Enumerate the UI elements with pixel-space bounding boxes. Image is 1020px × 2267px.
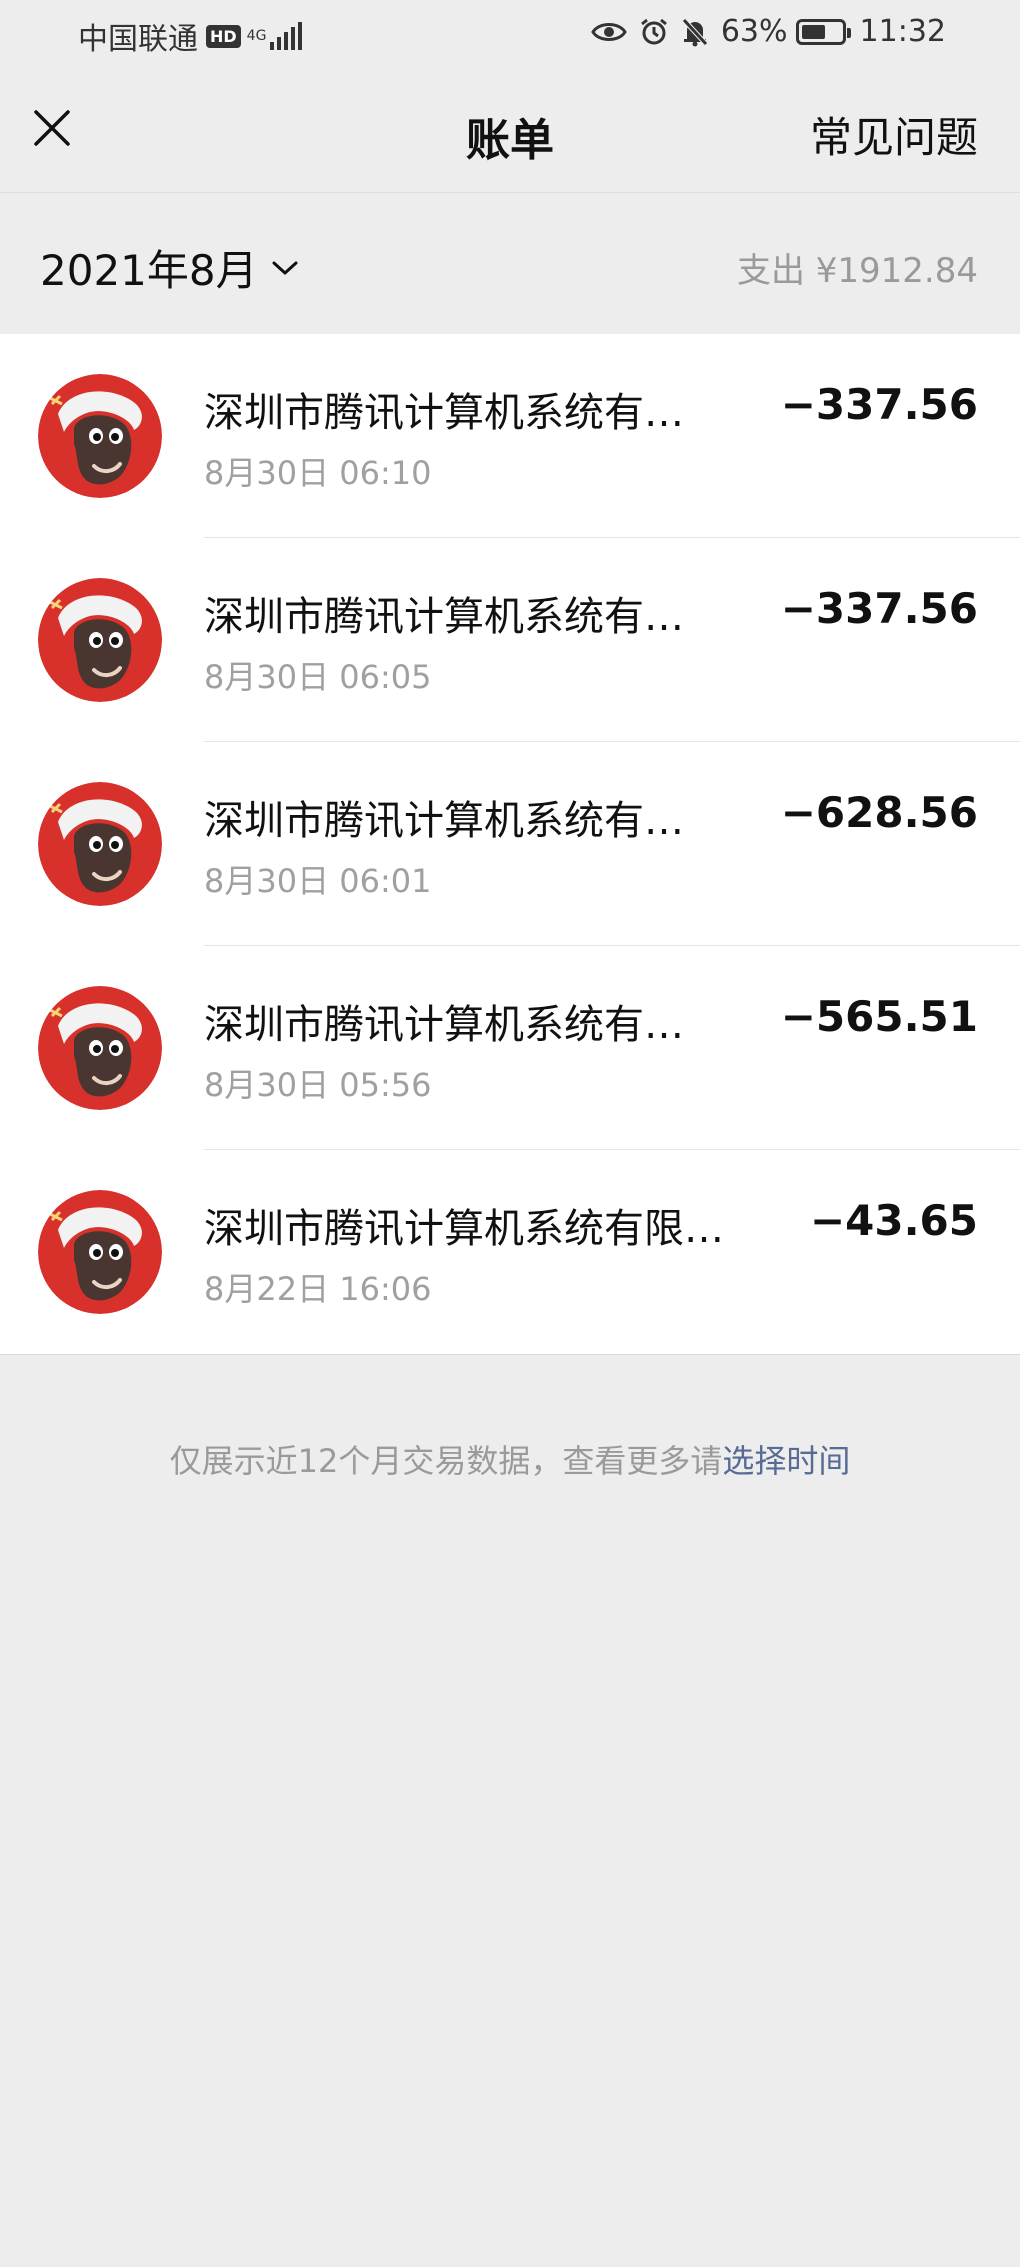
bill-merchant-name: 深圳市腾讯计算机系统有… [204,1002,684,1048]
avatar [38,986,162,1110]
faq-link[interactable]: 常见问题 [810,104,978,165]
battery-percent: 63% [720,14,788,49]
bill-time: 8月30日 05:56 [204,1066,432,1104]
bill-item[interactable]: 深圳市腾讯计算机系统有… 8月30日 06:01 −628.56 [0,742,1020,946]
goat-avatar-icon [38,374,162,498]
status-left: 中国联通 HD 4G [78,14,305,58]
battery-icon [795,18,851,45]
month-selector[interactable]: 2021年8月 [40,237,300,298]
month-header: 2021年8月 支出 ¥1912.84 [0,193,1020,334]
select-time-link[interactable]: 选择时间 [722,1442,850,1480]
avatar [38,374,162,498]
bill-item[interactable]: 深圳市腾讯计算机系统有… 8月30日 05:56 −565.51 [0,946,1020,1150]
carrier-label: 中国联通 [78,22,198,57]
clock: 11:32 [859,14,946,49]
avatar [38,1190,162,1314]
goat-avatar-icon [38,782,162,906]
goat-avatar-icon [38,578,162,702]
status-right: 63% 11:32 [591,14,946,49]
bill-item[interactable]: 深圳市腾讯计算机系统有… 8月30日 06:10 −337.56 [0,334,1020,538]
network-type: 4G [246,28,267,44]
bill-merchant-name: 深圳市腾讯计算机系统有… [204,390,684,436]
alarm-icon [639,17,669,47]
bill-amount: −337.56 [780,380,978,429]
bill-merchant-name: 深圳市腾讯计算机系统有限… [204,1206,724,1252]
month-total-expense: 支出 ¥1912.84 [736,251,978,291]
bill-amount: −337.56 [780,584,978,633]
eye-icon [591,20,627,44]
hd-badge: HD [206,24,241,48]
goat-avatar-icon [38,1190,162,1314]
bill-amount: −565.51 [780,992,978,1041]
bill-time: 8月30日 06:01 [204,862,432,900]
bill-amount: −43.65 [809,1196,978,1245]
status-bar: 中国联通 HD 4G 63% 11:32 [0,0,1020,70]
month-label: 2021年8月 [40,246,258,295]
chevron-down-icon [272,261,298,274]
bill-list: 深圳市腾讯计算机系统有… 8月30日 06:10 −337.56 深圳市腾讯计算机系统… [0,334,1020,1355]
bill-amount: −628.56 [780,788,978,837]
bill-time: 8月30日 06:10 [204,454,432,492]
avatar [38,782,162,906]
footer-text: 仅展示近12个月交易数据，查看更多请 [169,1442,723,1480]
bill-time: 8月30日 06:05 [204,658,432,696]
avatar [38,578,162,702]
goat-avatar-icon [38,986,162,1110]
mute-bell-icon [681,17,709,47]
bill-merchant-name: 深圳市腾讯计算机系统有… [204,594,684,640]
bill-item[interactable]: 深圳市腾讯计算机系统有限… 8月22日 16:06 −43.65 [0,1150,1020,1354]
footer-note: 仅展示近12个月交易数据，查看更多请选择时间 [0,1436,1020,1482]
nav-bar: 账单 常见问题 [0,70,1020,193]
signal-icon [270,22,305,50]
bill-merchant-name: 深圳市腾讯计算机系统有… [204,798,684,844]
bill-time: 8月22日 16:06 [204,1270,432,1308]
bill-item[interactable]: 深圳市腾讯计算机系统有… 8月30日 06:05 −337.56 [0,538,1020,742]
